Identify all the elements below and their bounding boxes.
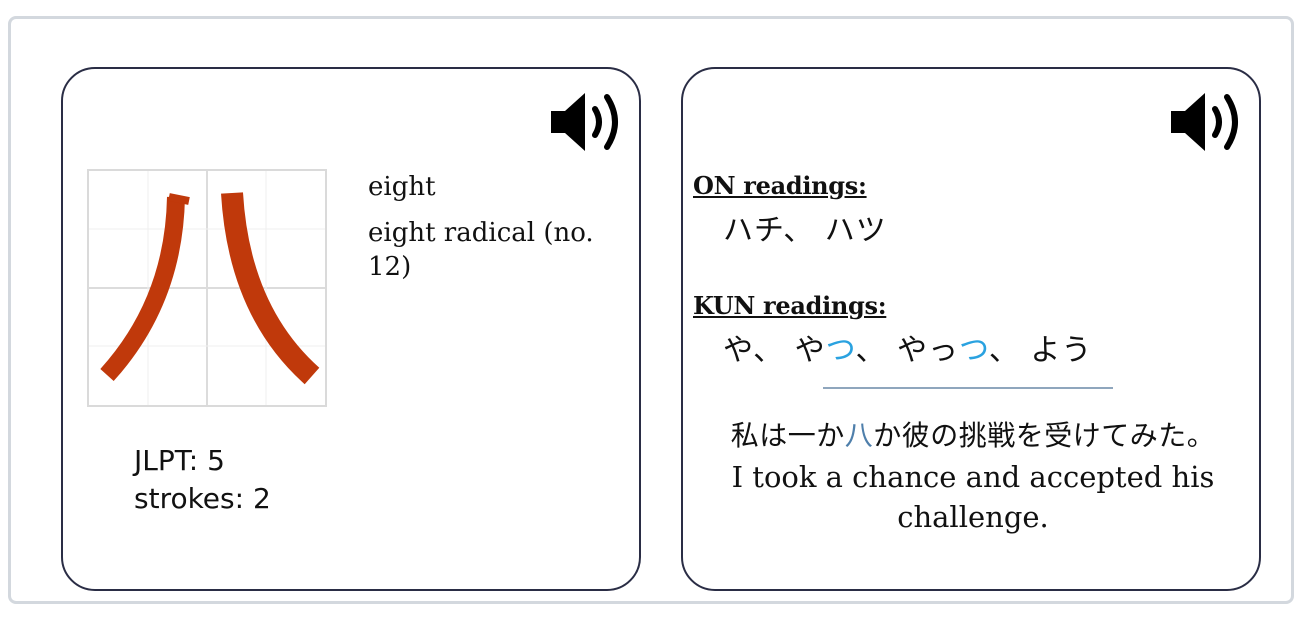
kun-reading-stem: や — [723, 333, 754, 368]
kanji-glyph — [89, 171, 325, 405]
card-container: eight eight radical (no. 12) JLPT: 5 str… — [8, 16, 1294, 604]
stroke-count: strokes: 2 — [134, 482, 271, 515]
example-sentence-jp: 私は一か八か彼の挑戦を受けてみた。 — [683, 414, 1263, 454]
example-kanji-highlight: 八 — [844, 419, 874, 452]
kanji-stroke-diagram — [87, 169, 327, 407]
jlpt-level: JLPT: 5 — [134, 444, 225, 477]
kun-reading-separator: 、 — [988, 333, 1031, 368]
kun-reading-separator: 、 — [855, 333, 898, 368]
speaker-icon[interactable] — [1169, 87, 1247, 157]
kun-reading-separator: 、 — [753, 333, 795, 368]
kun-readings: や、 やつ、 やっつ、 よう — [723, 325, 1092, 369]
example-jp-text: 私は一か — [730, 419, 845, 452]
speaker-icon[interactable] — [549, 87, 627, 157]
meaning-item: eight — [368, 172, 436, 202]
on-readings-title: ON readings: — [693, 171, 867, 200]
kun-reading-okurigana: つ — [959, 333, 989, 368]
readings-card: ON readings: ハチ、 ハツ KUN readings: や、 やつ、… — [681, 67, 1261, 591]
on-readings: ハチ、 ハツ — [723, 213, 887, 248]
kun-reading-stem: やっ — [897, 333, 960, 368]
meaning-item: eight radical (no. 12) — [368, 218, 594, 282]
example-jp-text: か彼の挑戦を受けてみた。 — [873, 419, 1216, 452]
kun-reading-stem: や — [794, 333, 826, 368]
kanji-card: eight eight radical (no. 12) JLPT: 5 str… — [61, 67, 641, 591]
meanings-list: eight eight radical (no. 12) — [368, 170, 628, 296]
kun-reading-stem: よう — [1030, 333, 1093, 368]
kanji-stats: JLPT: 5 strokes: 2 — [134, 442, 271, 518]
kun-reading-okurigana: つ — [825, 333, 856, 368]
divider — [823, 387, 1113, 389]
kun-readings-title: KUN readings: — [693, 291, 887, 320]
example-sentence-en: I took a chance and accepted his challen… — [731, 460, 1215, 534]
